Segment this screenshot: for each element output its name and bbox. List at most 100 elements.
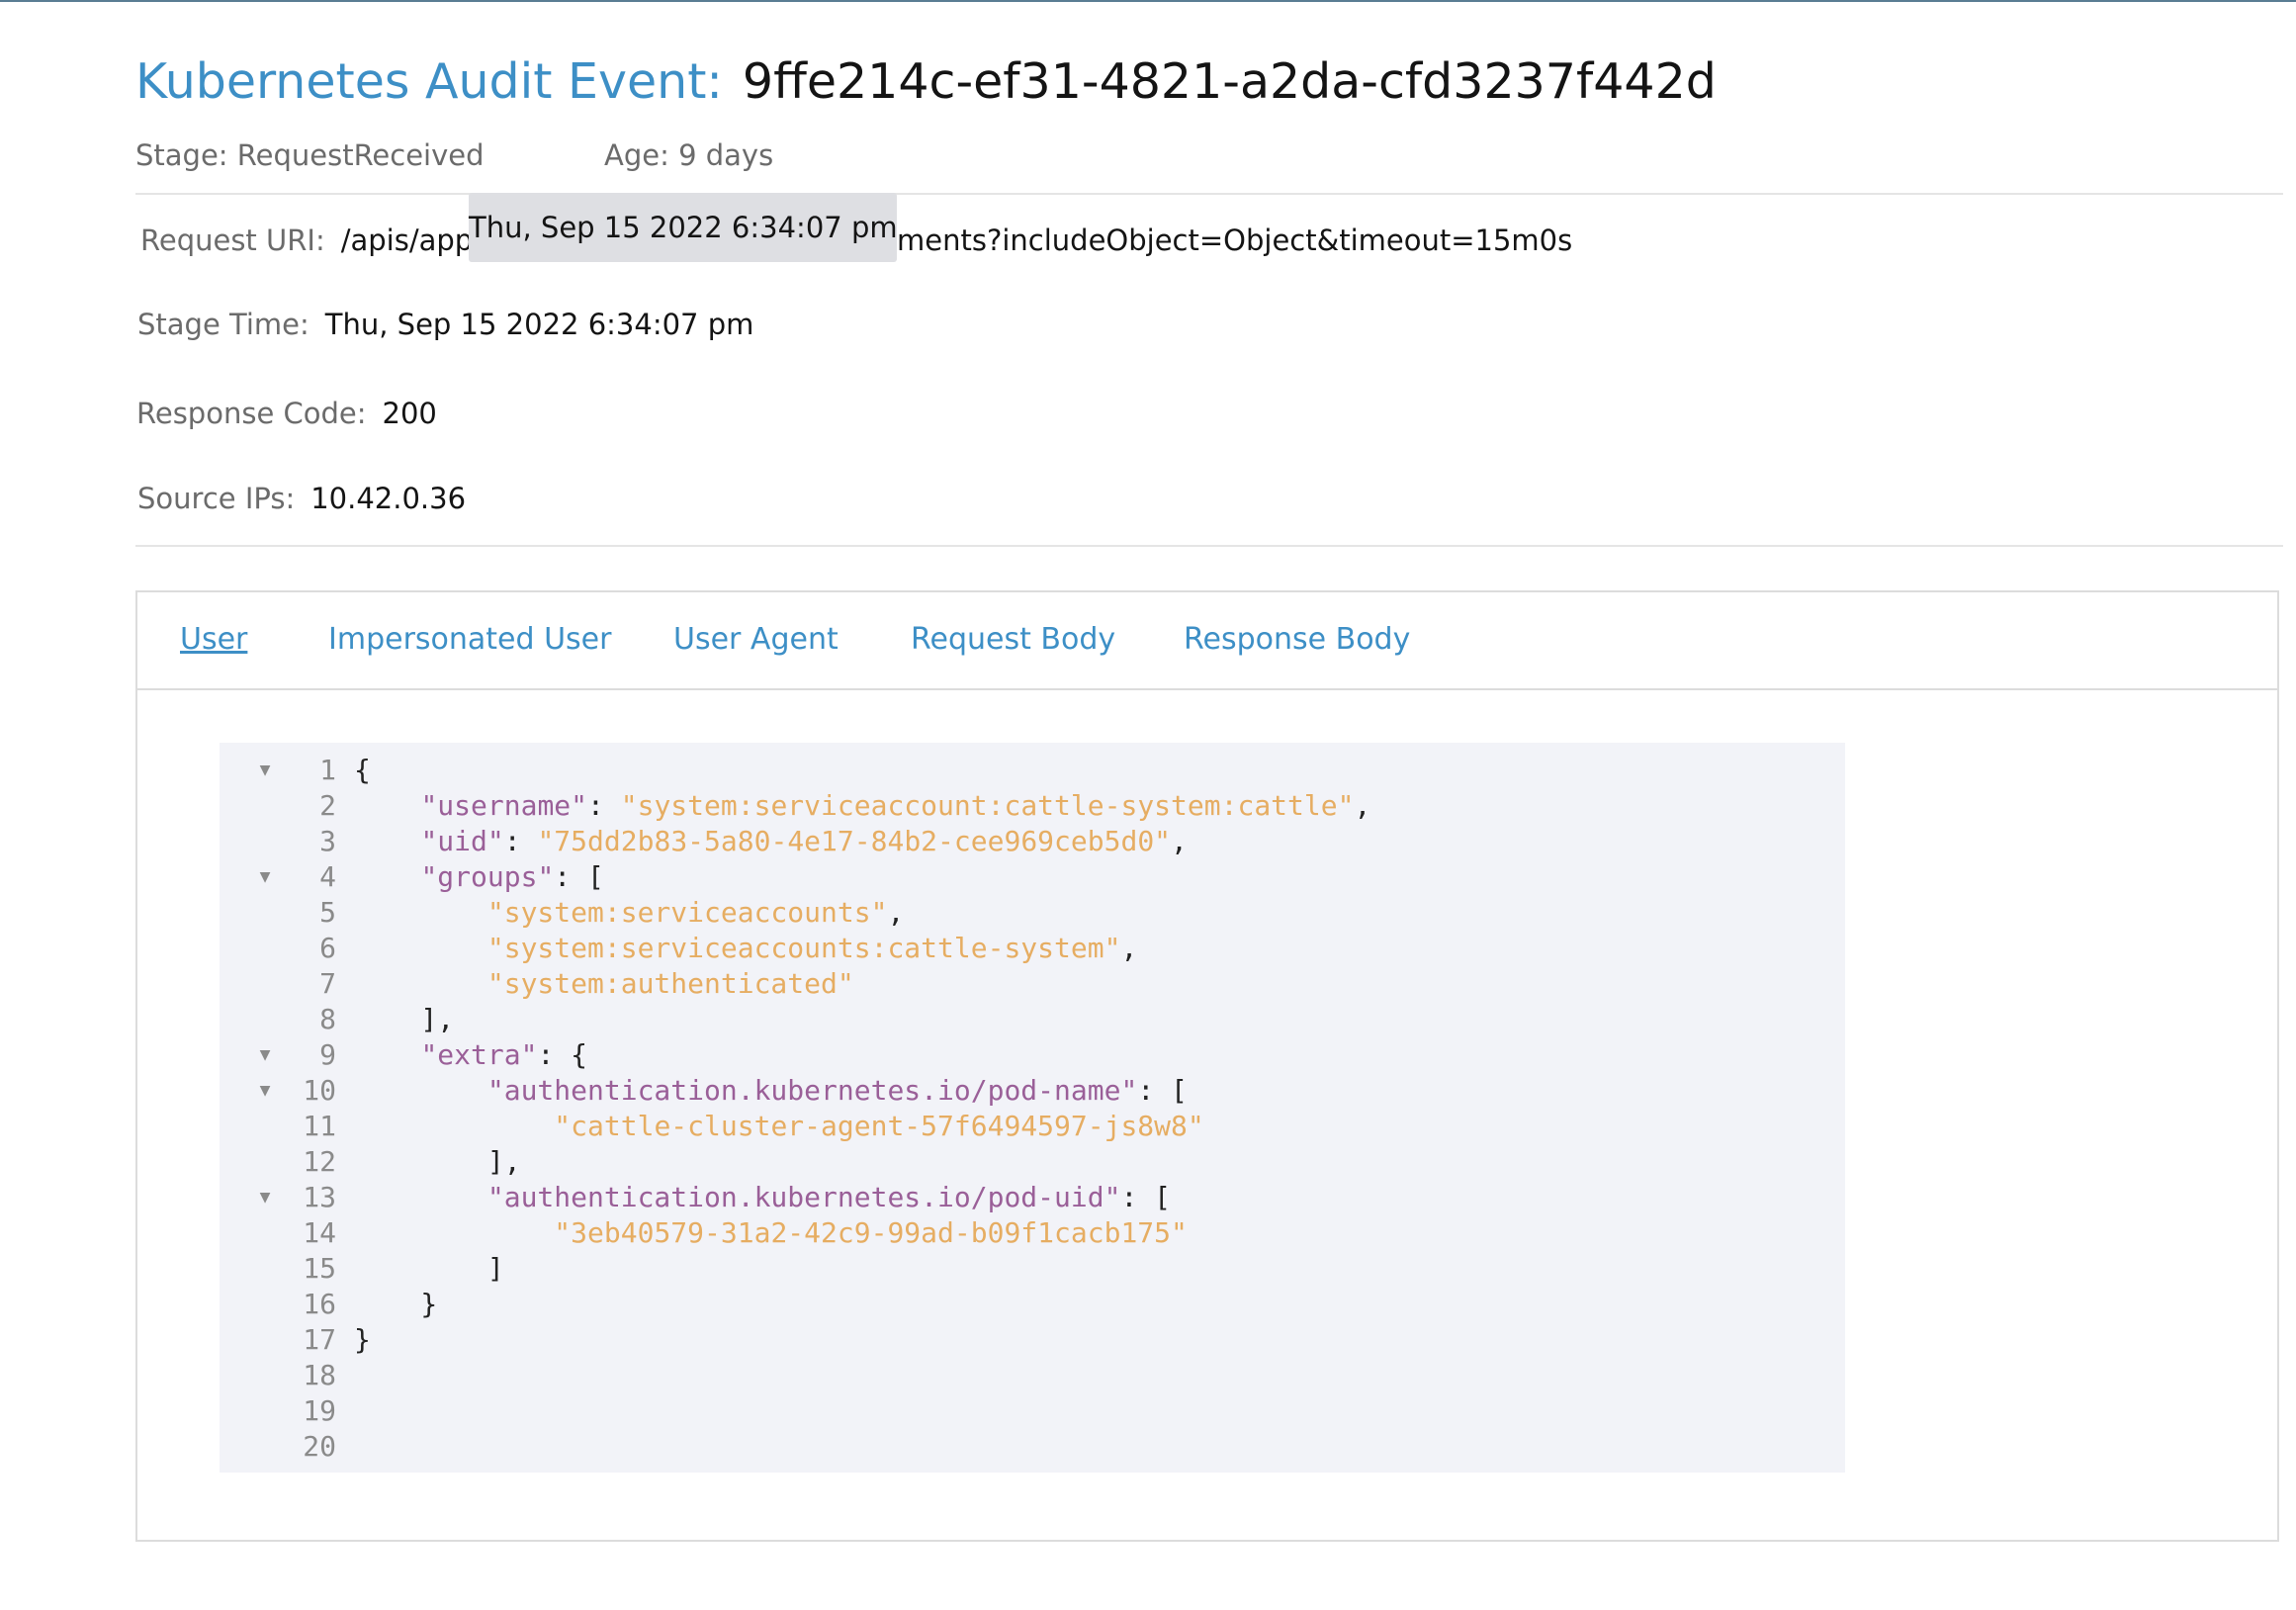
- line-number: 1: [319, 754, 336, 786]
- json-punctuation: ,: [1354, 789, 1371, 822]
- age-info[interactable]: Age: 9 days: [604, 138, 773, 172]
- line-number: 14: [303, 1216, 336, 1249]
- tab-response-body[interactable]: Response Body: [1184, 622, 1410, 657]
- json-key: "groups": [420, 860, 555, 893]
- code-text: }: [354, 1322, 371, 1358]
- line-number: 17: [303, 1323, 336, 1356]
- code-text: "3eb40579-31a2-42c9-99ad-b09f1cacb175": [354, 1215, 1188, 1251]
- line-number: 11: [303, 1110, 336, 1142]
- top-border: [0, 0, 2296, 2]
- code-text: {: [354, 753, 371, 788]
- json-punctuation: : {: [537, 1038, 588, 1071]
- json-string: "75dd2b83-5a80-4e17-84b2-cee969ceb5d0": [537, 825, 1172, 857]
- code-text: "system:serviceaccounts:cattle-system",: [354, 931, 1137, 966]
- json-punctuation: }: [354, 1288, 438, 1320]
- code-line: ▼ 1 {: [220, 753, 1845, 788]
- line-number: 5: [319, 896, 336, 929]
- code-text: "authentication.kubernetes.io/pod-name":…: [354, 1073, 1188, 1109]
- json-string: "system:serviceaccounts:cattle-system": [486, 932, 1121, 964]
- code-line: 8 ],: [220, 1002, 1845, 1037]
- json-punctuation: [354, 789, 420, 822]
- stage-time-value: Thu, Sep 15 2022 6:34:07 pm: [324, 308, 754, 341]
- code-line: 17}: [220, 1322, 1845, 1358]
- request-uri-row: Request URI: /apis/apps: [140, 224, 487, 257]
- stage-info: Stage: RequestReceived: [135, 138, 485, 172]
- line-number: 19: [303, 1394, 336, 1427]
- request-uri-value-end: ments?includeObject=Object&timeout=15m0s: [897, 224, 1573, 257]
- json-viewer[interactable]: ▼ 1 {2 "username": "system:serviceaccount:…: [220, 743, 1845, 1473]
- json-punctuation: [354, 1038, 420, 1071]
- json-punctuation: [354, 825, 420, 857]
- json-key: "username": [420, 789, 588, 822]
- triangle-down-icon[interactable]: ▼: [255, 753, 275, 788]
- json-string: "system:authenticated": [486, 967, 854, 1000]
- code-line: ▼ 9 "extra": {: [220, 1037, 1845, 1073]
- tab-impersonated-user[interactable]: Impersonated User: [328, 622, 611, 657]
- json-punctuation: [354, 1216, 554, 1249]
- line-number: 8: [319, 1003, 336, 1035]
- triangle-down-icon[interactable]: ▼: [255, 859, 275, 895]
- code-line: 7 "system:authenticated": [220, 966, 1845, 1002]
- code-line: 15 ]: [220, 1251, 1845, 1287]
- line-number: 16: [303, 1288, 336, 1320]
- code-line: 14 "3eb40579-31a2-42c9-99ad-b09f1cacb175…: [220, 1215, 1845, 1251]
- code-line: 5 "system:serviceaccounts",: [220, 895, 1845, 931]
- json-punctuation: ,: [1171, 825, 1188, 857]
- json-punctuation: : [: [1120, 1181, 1172, 1213]
- line-number: 7: [319, 967, 336, 1000]
- code-text: "authentication.kubernetes.io/pod-uid": …: [354, 1180, 1171, 1215]
- json-punctuation: [354, 1110, 554, 1142]
- source-ips-row: Source IPs: 10.42.0.36: [137, 482, 466, 515]
- request-uri-value-end-row: ments?includeObject=Object&timeout=15m0s: [897, 224, 1572, 257]
- json-punctuation: ],: [354, 1003, 455, 1035]
- line-number: 15: [303, 1252, 336, 1285]
- json-punctuation: : [: [554, 860, 604, 893]
- json-punctuation: [354, 967, 487, 1000]
- triangle-down-icon[interactable]: ▼: [255, 1073, 275, 1109]
- line-number: 10: [303, 1074, 336, 1107]
- json-punctuation: ]: [354, 1252, 504, 1285]
- json-punctuation: [354, 1181, 487, 1213]
- source-ips-value: 10.42.0.36: [310, 482, 467, 515]
- json-key: "uid": [420, 825, 504, 857]
- json-string: "system:serviceaccounts": [486, 896, 888, 929]
- code-line: ▼ 13 "authentication.kubernetes.io/pod-ui…: [220, 1180, 1845, 1215]
- json-punctuation: [354, 1074, 487, 1107]
- json-punctuation: ,: [887, 896, 905, 929]
- request-uri-value-start: /apis/apps: [340, 224, 488, 257]
- line-number: 3: [319, 825, 336, 857]
- json-key: "authentication.kubernetes.io/pod-name": [486, 1074, 1138, 1107]
- response-code-label: Response Code:: [136, 397, 367, 430]
- code-text: ]: [354, 1251, 504, 1287]
- code-line: ▼ 10 "authentication.kubernetes.io/pod-na…: [220, 1073, 1845, 1109]
- json-punctuation: :: [587, 789, 621, 822]
- line-number: 12: [303, 1145, 336, 1178]
- age-tooltip: Thu, Sep 15 2022 6:34:07 pm: [469, 193, 898, 262]
- response-code-value: 200: [382, 397, 437, 430]
- code-text: "extra": {: [354, 1037, 587, 1073]
- code-line: 12 ],: [220, 1144, 1845, 1180]
- response-code-row: Response Code: 200: [136, 397, 437, 430]
- json-punctuation: :: [503, 825, 538, 857]
- code-line: 16 }: [220, 1287, 1845, 1322]
- line-number: 4: [319, 860, 336, 893]
- source-ips-label: Source IPs:: [137, 482, 296, 515]
- stage-time-label: Stage Time:: [137, 308, 309, 341]
- json-key: "extra": [420, 1038, 538, 1071]
- code-text: "system:serviceaccounts",: [354, 895, 904, 931]
- tab-user[interactable]: User: [180, 622, 247, 657]
- json-punctuation: [354, 932, 487, 964]
- tab-user-agent[interactable]: User Agent: [673, 622, 839, 657]
- json-punctuation: [354, 896, 487, 929]
- tab-request-body[interactable]: Request Body: [911, 622, 1115, 657]
- code-text: "uid": "75dd2b83-5a80-4e17-84b2-cee969ce…: [354, 824, 1188, 859]
- code-text: ],: [354, 1144, 521, 1180]
- header-divider: [135, 193, 2283, 195]
- stage-time-row: Stage Time: Thu, Sep 15 2022 6:34:07 pm: [137, 308, 753, 341]
- page-title-label: Kubernetes Audit Event:: [135, 53, 723, 110]
- code-line: 2 "username": "system:serviceaccount:cat…: [220, 788, 1845, 824]
- triangle-down-icon[interactable]: ▼: [255, 1180, 275, 1215]
- triangle-down-icon[interactable]: ▼: [255, 1037, 275, 1073]
- code-text: }: [354, 1287, 437, 1322]
- line-number: 18: [303, 1359, 336, 1391]
